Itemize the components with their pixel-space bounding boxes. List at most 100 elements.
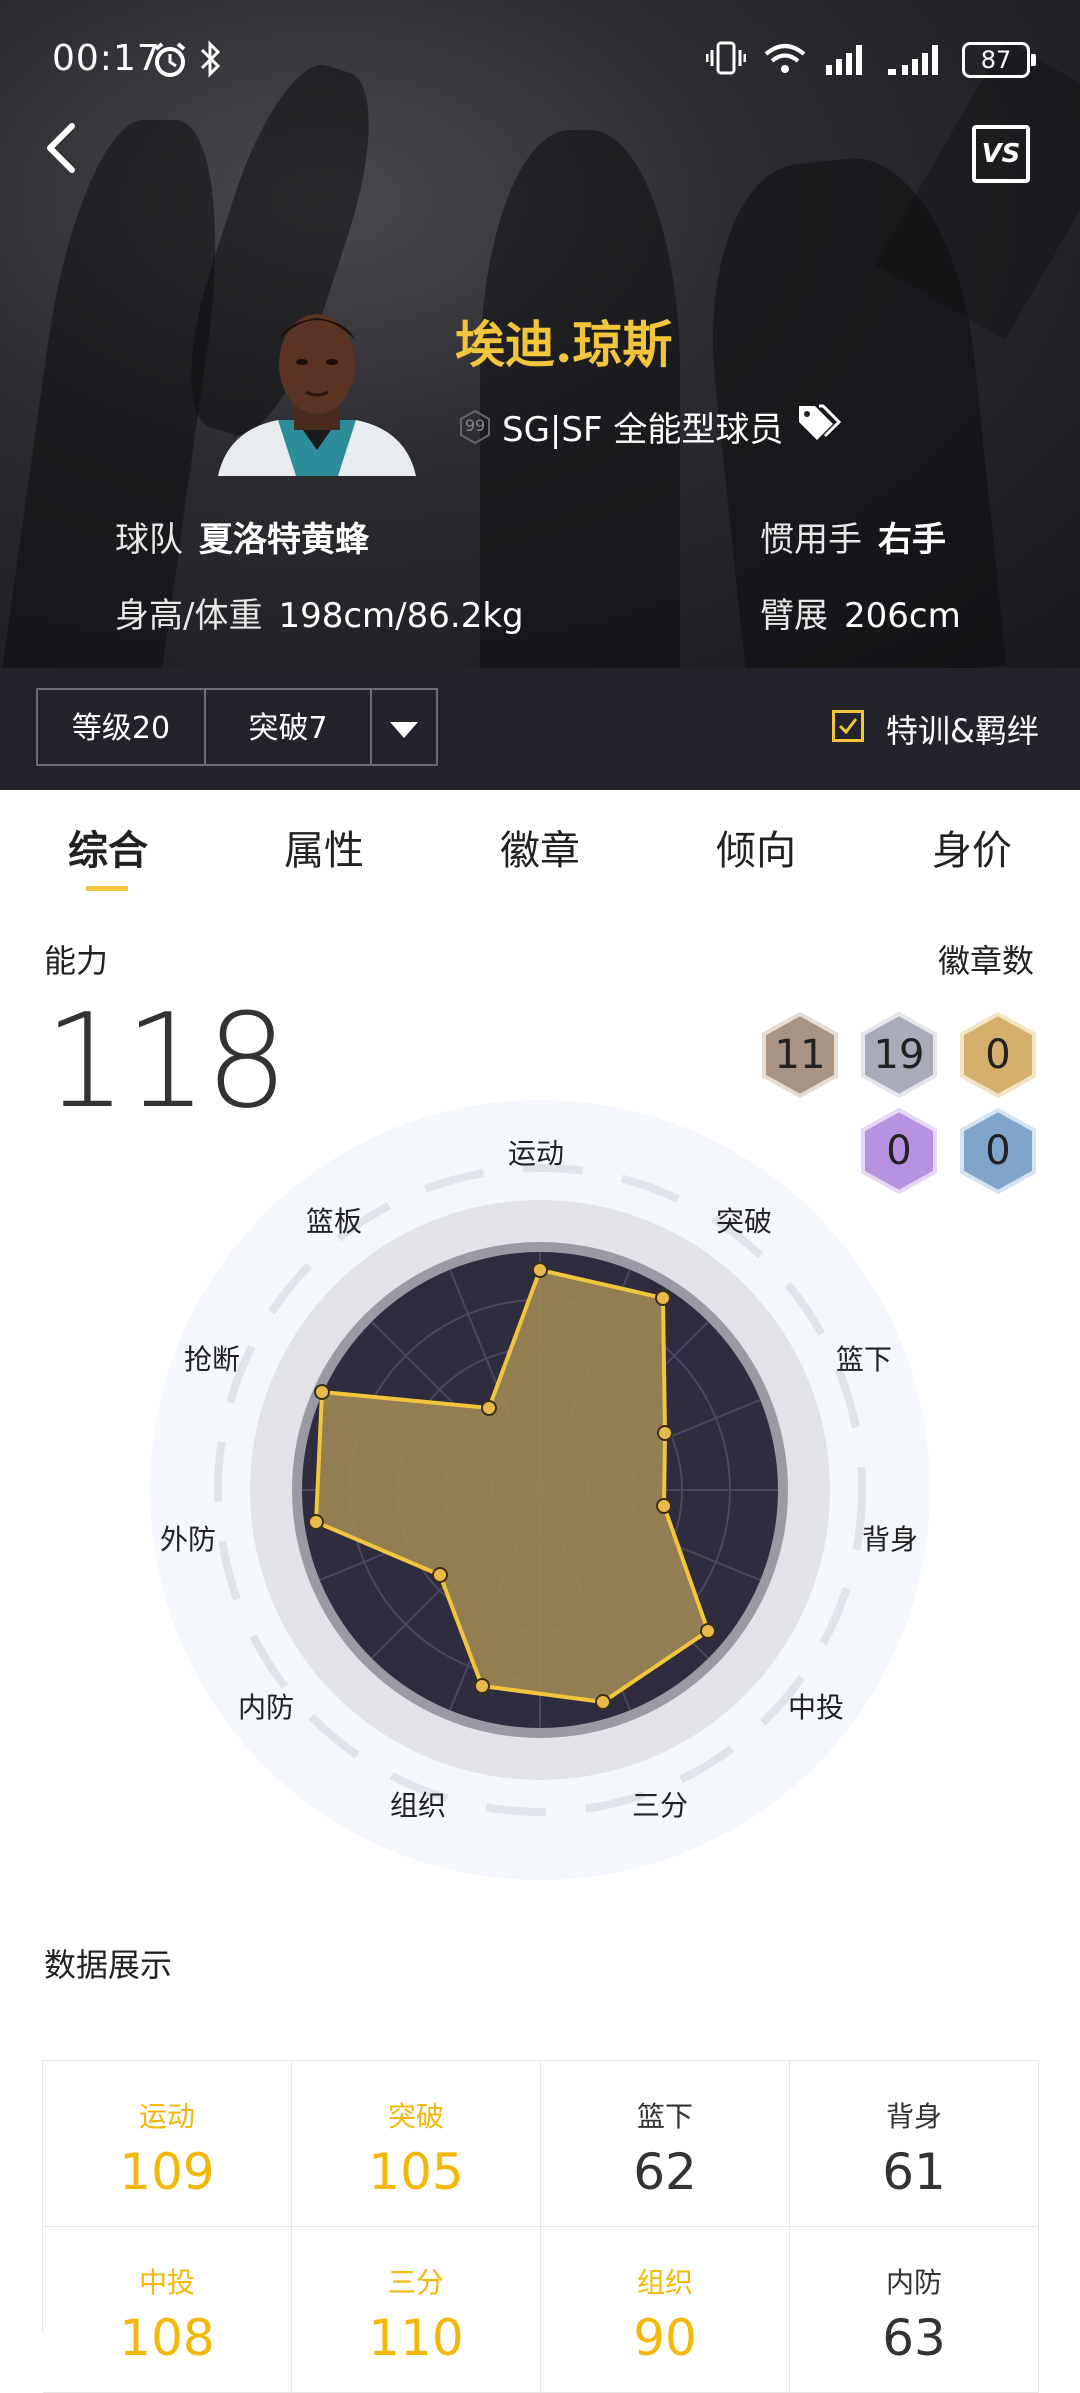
gold-badge-count: 0: [960, 1011, 1036, 1099]
player-position: SG|SF 全能型球员: [502, 410, 784, 450]
tab-tendencies[interactable]: 倾向: [716, 818, 796, 876]
ability-label: 能力: [44, 942, 109, 980]
height-weight-key: 身高/体重: [115, 596, 263, 636]
wifi-icon: [762, 40, 808, 80]
team-value: 夏洛特黄蜂: [199, 520, 369, 560]
radar-label-steal: 抢断: [184, 1343, 241, 1376]
stat-value: 62: [633, 2143, 697, 2201]
radar-point: [308, 1514, 324, 1530]
breakthrough-selector[interactable]: 突破7: [204, 688, 372, 766]
radar-point: [700, 1623, 716, 1639]
rating-badge-value: 99: [464, 415, 486, 435]
tab-badges[interactable]: 徽章: [500, 818, 580, 876]
player-position-row: 99 SG|SF 全能型球员: [460, 402, 842, 451]
back-button[interactable]: [38, 118, 82, 178]
attribute-radar-chart: [150, 1100, 930, 1880]
vs-compare-button[interactable]: VS: [972, 125, 1030, 183]
stat-cell: 中投 108: [43, 2227, 292, 2393]
section-title: 数据展示: [44, 1946, 173, 1984]
radar-label-midrange: 中投: [788, 1691, 845, 1724]
radar-label-driving: 突破: [716, 1205, 773, 1238]
special-training-label[interactable]: 特训&羁绊: [886, 706, 1039, 752]
stat-label: 突破: [387, 2100, 444, 2133]
filter-dropdown-button[interactable]: [370, 688, 438, 766]
blue-badge-count: 0: [960, 1107, 1036, 1195]
wingspan-value: 206cm: [844, 596, 961, 636]
signal-icon: [824, 41, 870, 79]
silver-badge-value: 19: [873, 1032, 925, 1078]
stat-value: 109: [119, 2143, 215, 2201]
stat-value: 90: [633, 2309, 697, 2367]
signal-icon: [886, 41, 946, 79]
radar-point: [474, 1678, 490, 1694]
stat-value: 61: [882, 2143, 946, 2201]
check-icon: [838, 718, 858, 735]
blue-badge-value: 0: [985, 1128, 1011, 1174]
stat-label: 中投: [138, 2266, 195, 2299]
stat-label: 运动: [138, 2100, 195, 2133]
stat-value: 108: [119, 2309, 215, 2367]
special-training-checkbox[interactable]: [832, 710, 864, 742]
radar-label-rebound: 篮板: [306, 1205, 363, 1238]
radar-point: [595, 1694, 611, 1710]
silver-badge-count: 19: [861, 1011, 937, 1099]
status-time: 00:17: [52, 38, 161, 79]
stat-cell: 组织 90: [541, 2227, 790, 2393]
bronze-badge-value: 11: [774, 1032, 826, 1078]
radar-label-inside: 篮下: [836, 1343, 893, 1376]
chevron-down-icon: [390, 721, 418, 738]
tab-bar: 综合 属性 徽章 倾向 身价: [0, 790, 1080, 900]
radar-point: [656, 1498, 672, 1514]
stat-value: 105: [368, 2143, 464, 2201]
stats-grid: 运动 109 突破 105 篮下 62 背身 61 中投 108 三分 110 …: [42, 2060, 1039, 2393]
gold-badge-value: 0: [985, 1032, 1011, 1078]
stat-cell: 内防 63: [790, 2227, 1039, 2393]
radar-label-three: 三分: [632, 1789, 689, 1822]
stat-value: 110: [368, 2309, 464, 2367]
team-row: 球队 夏洛特黄蜂: [115, 512, 369, 561]
radar-point: [655, 1290, 671, 1306]
hand-row: 惯用手 右手: [760, 512, 946, 561]
vibrate-icon: [705, 40, 747, 80]
level-selector[interactable]: 等级20: [36, 688, 206, 766]
player-avatar: [218, 300, 416, 476]
bronze-badge-count: 11: [762, 1011, 838, 1099]
tab-value[interactable]: 身价: [932, 818, 1012, 876]
active-tab-indicator: [86, 886, 128, 891]
tab-attributes[interactable]: 属性: [284, 818, 364, 876]
stat-label: 篮下: [636, 2100, 693, 2133]
stat-label: 背身: [885, 2100, 942, 2133]
radar-point: [481, 1400, 497, 1416]
radar-point: [532, 1262, 548, 1278]
radar-label-post: 背身: [862, 1523, 919, 1556]
tags-icon[interactable]: [795, 402, 842, 451]
status-icons: 87: [705, 40, 1036, 80]
bluetooth-icon: [198, 38, 224, 84]
radar-label-athleticism: 运动: [508, 1137, 565, 1170]
battery-icon: 87: [962, 42, 1036, 78]
stat-value: 63: [882, 2309, 946, 2367]
radar-label-perimeter-defense: 外防: [160, 1523, 217, 1556]
radar-point: [432, 1567, 448, 1583]
alarm-icon: [150, 40, 190, 84]
player-name: 埃迪.琼斯: [455, 315, 673, 374]
stat-label: 组织: [636, 2266, 693, 2299]
wingspan-key: 臂展: [760, 596, 828, 636]
radar-label-playmaking: 组织: [390, 1789, 447, 1822]
tab-overview[interactable]: 综合: [68, 818, 148, 876]
height-weight-row: 身高/体重 198cm/86.2kg: [115, 588, 524, 637]
wingspan-row: 臂展 206cm: [760, 588, 961, 637]
radar-label-interior-defense: 内防: [238, 1691, 295, 1724]
radar-point: [657, 1425, 673, 1441]
stat-cell: 背身 61: [790, 2061, 1039, 2227]
stat-cell: 篮下 62: [541, 2061, 790, 2227]
rating-badge-icon: 99: [460, 409, 490, 444]
stat-cell: 运动 109: [43, 2061, 292, 2227]
hand-value: 右手: [878, 520, 946, 560]
team-key: 球队: [115, 520, 183, 560]
hand-key: 惯用手: [760, 520, 862, 560]
badge-count-label: 徽章数: [938, 942, 1035, 980]
stat-label: 三分: [387, 2266, 444, 2299]
status-bar: 00:17 87: [0, 0, 1080, 120]
stat-label: 内防: [885, 2266, 942, 2299]
